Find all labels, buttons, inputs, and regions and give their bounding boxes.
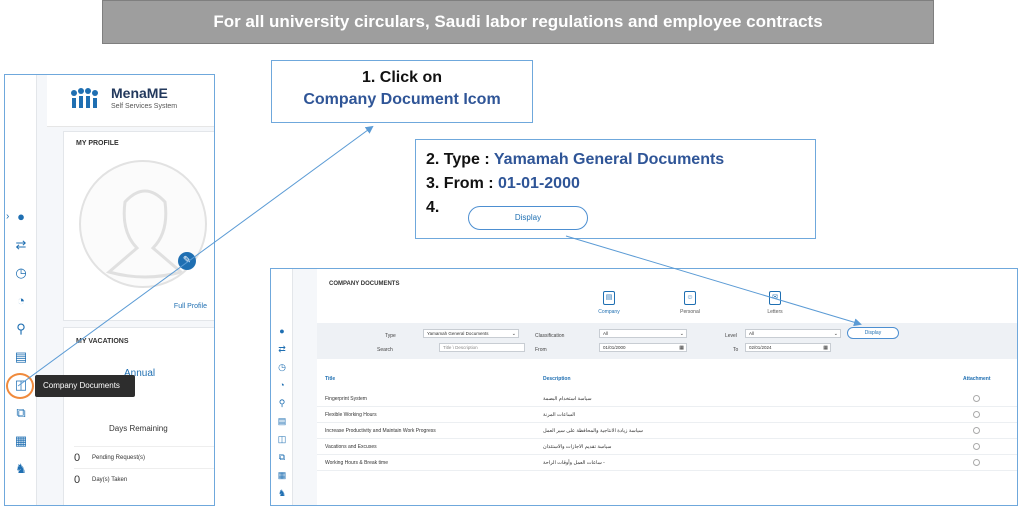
connector-lines: [17, 125, 862, 387]
arrow-to-display: [565, 235, 862, 327]
arrow-to-company-docs: [17, 125, 374, 387]
